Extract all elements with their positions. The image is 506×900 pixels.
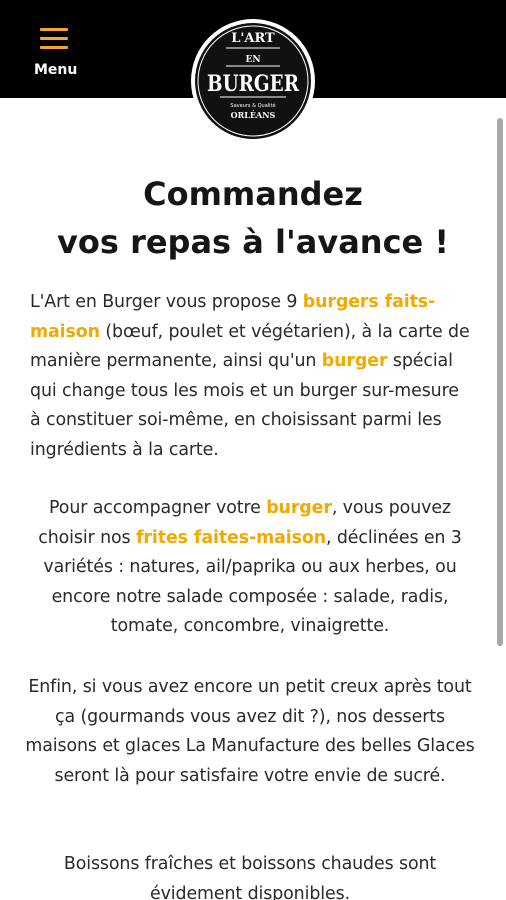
logo-tagline: Saveurs & Qualité bbox=[230, 102, 275, 109]
desserts-text: Enfin, si vous avez encore un petit creu… bbox=[25, 677, 475, 786]
highlight-burger: burger bbox=[321, 351, 388, 372]
intro-text-1: L'Art en Burger vous propose 9 bbox=[30, 292, 303, 312]
menu-label: Menu bbox=[34, 62, 78, 78]
page-title: Commandez vos repas à l'avance ! bbox=[0, 170, 492, 266]
lart-en-burger-logo[interactable]: L'ART EN BURGER Saveurs & Qualité ORLÉAN… bbox=[190, 18, 316, 144]
intro-paragraph: L'Art en Burger vous propose 9 burgers f… bbox=[30, 288, 470, 466]
drinks-text: Boissons fraîches et boissons chaudes so… bbox=[63, 854, 437, 900]
logo-text-lart: L'ART bbox=[231, 31, 275, 46]
page-title-line-2: vos repas à l'avance ! bbox=[57, 223, 449, 261]
hamburger-menu-icon[interactable] bbox=[40, 28, 68, 50]
sides-text-1: Pour accompagner votre bbox=[49, 498, 267, 518]
highlight-burger-2: burger bbox=[266, 498, 332, 518]
menu-button[interactable]: Menu bbox=[26, 20, 86, 82]
logo-city: ORLÉANS bbox=[231, 110, 276, 120]
logo-text-burger: BURGER bbox=[207, 71, 300, 97]
sides-paragraph: Pour accompagner votre burger, vous pouv… bbox=[20, 494, 480, 642]
main-content: Commandez vos repas à l'avance ! L'Art e… bbox=[0, 98, 492, 900]
logo-text-en: EN bbox=[245, 55, 260, 65]
page-title-line-1: Commandez bbox=[143, 175, 363, 213]
highlight-frites-faites-maison: frites faites-maison bbox=[135, 527, 326, 548]
desserts-paragraph: Enfin, si vous avez encore un petit creu… bbox=[20, 673, 480, 791]
page-scrollbar[interactable] bbox=[497, 118, 503, 646]
drinks-paragraph: Boissons fraîches et boissons chaudes so… bbox=[20, 850, 480, 900]
